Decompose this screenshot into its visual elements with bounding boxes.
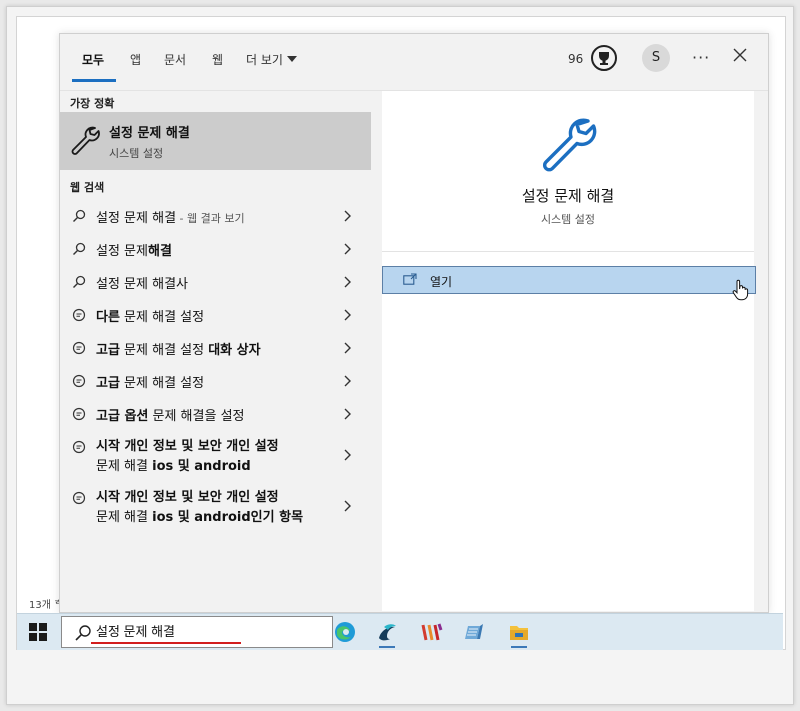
code-editor-logo-icon [421, 623, 443, 641]
wrench-icon [71, 126, 100, 155]
web-result-label: 고급 문제 해결 설정 [96, 376, 205, 391]
windows-logo-icon [39, 623, 47, 631]
web-result-line2: 문제 해결 ios 및 android [96, 459, 251, 474]
edge-icon[interactable] [329, 616, 361, 648]
results-list: 가장 정확 설정 문제 해결 시스템 설정 웹 검색 설정 문제 해결 - 웹 … [60, 90, 381, 612]
best-match-subtitle: 시스템 설정 [109, 147, 164, 160]
search-icon [73, 209, 86, 222]
web-result-label: 고급 옵션 문제 해결을 설정 [96, 409, 245, 424]
web-result-label: 설정 문제해결 [96, 244, 172, 259]
web-result-label: 설정 문제 해결 - 웹 결과 보기 [96, 211, 245, 226]
search-filter-bar: 모두 앱 문서 웹 더 보기 96 S ··· [60, 34, 768, 91]
web-result-label: 다른 문제 해결 설정 [96, 310, 205, 325]
web-result-item[interactable]: 고급 문제 해결 설정 대화 상자 [60, 332, 371, 364]
preview-pane: 설정 문제 해결 시스템 설정 열기 [382, 91, 756, 611]
preview-subtitle: 시스템 설정 [540, 213, 596, 226]
rewards-trophy-icon[interactable] [590, 44, 618, 72]
search-icon [75, 625, 91, 641]
caret-down-icon [286, 56, 297, 62]
reward-points: 96 [568, 52, 584, 66]
chevron-right-icon [344, 276, 351, 288]
notepad-logo-icon [465, 624, 483, 639]
open-button[interactable]: 열기 [382, 266, 756, 294]
hand-cursor-icon [732, 279, 749, 301]
chat-icon [72, 308, 86, 322]
tab-web[interactable]: 웹 [212, 51, 223, 68]
web-result-label: 설정 문제 해결사 [96, 277, 188, 292]
chat-icon [72, 341, 86, 355]
search-text-underline [91, 642, 241, 644]
windows-logo-icon [39, 633, 47, 641]
web-result-item[interactable]: 설정 문제 해결사 [60, 266, 371, 298]
windows-logo-icon [29, 623, 37, 631]
chevron-right-icon [344, 342, 351, 354]
open-label: 열기 [430, 275, 453, 289]
best-match-item[interactable]: 설정 문제 해결 시스템 설정 [60, 112, 371, 170]
code-editor-icon[interactable] [415, 616, 447, 648]
web-result-item[interactable]: 시작 개인 정보 및 보안 개인 설정 문제 해결 ios 및 android인… [60, 482, 371, 530]
chevron-right-icon [344, 210, 351, 222]
web-result-label: 고급 문제 해결 설정 대화 상자 [96, 343, 261, 358]
search-icon [73, 242, 86, 255]
wrench-icon [542, 118, 597, 172]
web-result-item[interactable]: 설정 문제 해결 - 웹 결과 보기 [60, 200, 371, 232]
web-result-item[interactable]: 설정 문제해결 [60, 233, 371, 265]
windows-start-button[interactable] [29, 623, 47, 641]
folder-icon [510, 626, 528, 640]
running-indicator [379, 646, 395, 648]
file-explorer-icon[interactable] [503, 616, 535, 648]
web-result-item[interactable]: 다른 문제 해결 설정 [60, 299, 371, 331]
chat-icon [72, 440, 86, 454]
tab-all[interactable]: 모두 [82, 51, 104, 68]
best-match-heading: 가장 정확 [70, 97, 115, 110]
divider [382, 251, 754, 252]
chevron-right-icon [344, 500, 351, 512]
search-panel: 모두 앱 문서 웹 더 보기 96 S ··· 가장 정확 설정 문제 해결 시… [59, 33, 769, 613]
web-search-heading: 웹 검색 [70, 181, 105, 194]
web-result-item[interactable]: 고급 옵션 문제 해결을 설정 [60, 398, 371, 430]
best-match-title: 설정 문제 해결 [109, 126, 190, 141]
chevron-right-icon [344, 243, 351, 255]
preview-title: 설정 문제 해결 [521, 187, 615, 205]
chat-icon [72, 374, 86, 388]
open-window-icon [403, 273, 417, 285]
web-result-item[interactable]: 고급 문제 해결 설정 [60, 365, 371, 397]
running-indicator [511, 646, 527, 648]
photo-editor-logo-icon [379, 624, 396, 641]
chat-icon [72, 407, 86, 421]
web-result-item[interactable]: 시작 개인 정보 및 보안 개인 설정 문제 해결 ios 및 android [60, 431, 371, 479]
tab-documents[interactable]: 문서 [164, 51, 186, 68]
windows-logo-icon [29, 633, 37, 641]
notepad-icon[interactable] [459, 616, 491, 648]
web-result-line1: 시작 개인 정보 및 보안 개인 설정 [96, 490, 279, 505]
taskbar-search-box[interactable] [61, 616, 333, 648]
web-result-line1: 시작 개인 정보 및 보안 개인 설정 [96, 439, 279, 454]
tab-more-label: 더 보기 [246, 53, 283, 67]
user-avatar[interactable]: S [642, 44, 670, 72]
more-options-button[interactable]: ··· [692, 48, 710, 67]
tab-apps[interactable]: 앱 [130, 51, 141, 68]
taskbar [17, 613, 783, 650]
edge-logo-icon [335, 622, 355, 642]
search-input[interactable] [96, 623, 272, 638]
close-icon[interactable] [732, 47, 748, 63]
chevron-right-icon [344, 449, 351, 461]
chat-icon [72, 491, 86, 505]
chevron-right-icon [344, 408, 351, 420]
chevron-right-icon [344, 375, 351, 387]
tab-more[interactable]: 더 보기 [246, 51, 297, 68]
photo-editor-icon[interactable] [371, 616, 403, 648]
chevron-right-icon [344, 309, 351, 321]
search-icon [73, 275, 86, 288]
web-result-line2: 문제 해결 ios 및 android인기 항목 [96, 510, 304, 525]
active-tab-indicator [72, 79, 116, 82]
